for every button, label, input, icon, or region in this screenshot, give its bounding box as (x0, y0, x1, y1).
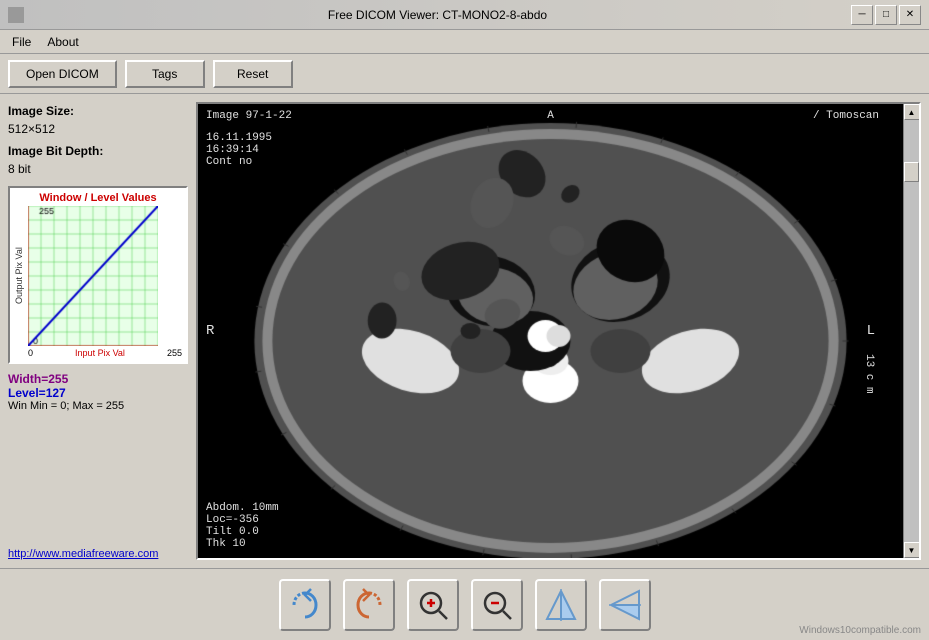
image-panel: Image 97-1-22 A / Tomoscan 16.11.1995 16… (196, 102, 921, 560)
scroll-track[interactable] (904, 120, 919, 542)
title-buttons: ─ □ ✕ (851, 5, 921, 25)
maximize-button[interactable]: □ (875, 5, 897, 25)
title-bar-left (8, 7, 24, 23)
rotate-ccw-button[interactable] (343, 579, 395, 631)
image-size-section: Image Size: 512×512 (8, 102, 188, 138)
image-viewport[interactable]: Image 97-1-22 A / Tomoscan 16.11.1995 16… (198, 104, 903, 558)
wl-chart (28, 206, 182, 346)
ct-scan-canvas (198, 104, 903, 558)
rotate-cw-icon (287, 587, 323, 623)
open-dicom-button[interactable]: Open DICOM (8, 60, 117, 88)
scroll-thumb[interactable] (904, 162, 919, 182)
close-button[interactable]: ✕ (899, 5, 921, 25)
zoom-out-icon (479, 587, 515, 623)
bottom-toolbar: Windows10compatible.com (0, 568, 929, 640)
wl-x-labels: 0 Input Pix Val 255 (14, 348, 182, 358)
rotate-ccw-icon (351, 587, 387, 623)
wl-canvas (28, 206, 158, 346)
toolbar: Open DICOM Tags Reset (0, 54, 929, 94)
flip-v-icon (607, 587, 643, 623)
zoom-in-button[interactable] (407, 579, 459, 631)
main-content: Image Size: 512×512 Image Bit Depth: 8 b… (0, 94, 929, 568)
flip-h-icon (543, 587, 579, 623)
bit-depth-label: Image Bit Depth: (8, 144, 103, 158)
app-icon (8, 7, 24, 23)
website-link[interactable]: http://www.mediafreeware.com (8, 548, 188, 560)
wl-y-label: Output Pix Val (14, 206, 28, 346)
wl-chart-container: Window / Level Values Output Pix Val 0 I… (8, 186, 188, 364)
zoom-out-button[interactable] (471, 579, 523, 631)
image-size-label: Image Size: (8, 104, 74, 118)
reset-button[interactable]: Reset (213, 60, 293, 88)
flip-h-button[interactable] (535, 579, 587, 631)
menu-file[interactable]: File (4, 33, 39, 51)
watermark: Windows10compatible.com (799, 625, 921, 636)
wl-minmax: Win Min = 0; Max = 255 (8, 400, 188, 412)
wl-chart-title: Window / Level Values (14, 192, 182, 204)
wl-x-max: 255 (167, 348, 182, 358)
image-scrollbar: ▲ ▼ (903, 104, 919, 558)
scroll-down-button[interactable]: ▼ (904, 542, 920, 558)
wl-level: Level=127 (8, 386, 188, 400)
wl-x-label: Input Pix Val (75, 348, 125, 358)
image-size-value: 512×512 (8, 122, 55, 136)
scroll-up-button[interactable]: ▲ (904, 104, 920, 120)
wl-chart-area: Output Pix Val (14, 206, 182, 346)
left-panel: Image Size: 512×512 Image Bit Depth: 8 b… (8, 102, 188, 560)
zoom-in-icon (415, 587, 451, 623)
flip-v-button[interactable] (599, 579, 651, 631)
bit-depth-section: Image Bit Depth: 8 bit (8, 142, 188, 178)
menu-about[interactable]: About (39, 33, 86, 51)
title-bar: Free DICOM Viewer: CT-MONO2-8-abdo ─ □ ✕ (0, 0, 929, 30)
window-title: Free DICOM Viewer: CT-MONO2-8-abdo (24, 8, 851, 22)
wl-width: Width=255 (8, 372, 188, 386)
bit-depth-value: 8 bit (8, 162, 31, 176)
minimize-button[interactable]: ─ (851, 5, 873, 25)
rotate-cw-button[interactable] (279, 579, 331, 631)
menu-bar: File About (0, 30, 929, 54)
wl-values: Width=255 Level=127 Win Min = 0; Max = 2… (8, 372, 188, 412)
tags-button[interactable]: Tags (125, 60, 205, 88)
wl-x-min: 0 (28, 348, 33, 358)
